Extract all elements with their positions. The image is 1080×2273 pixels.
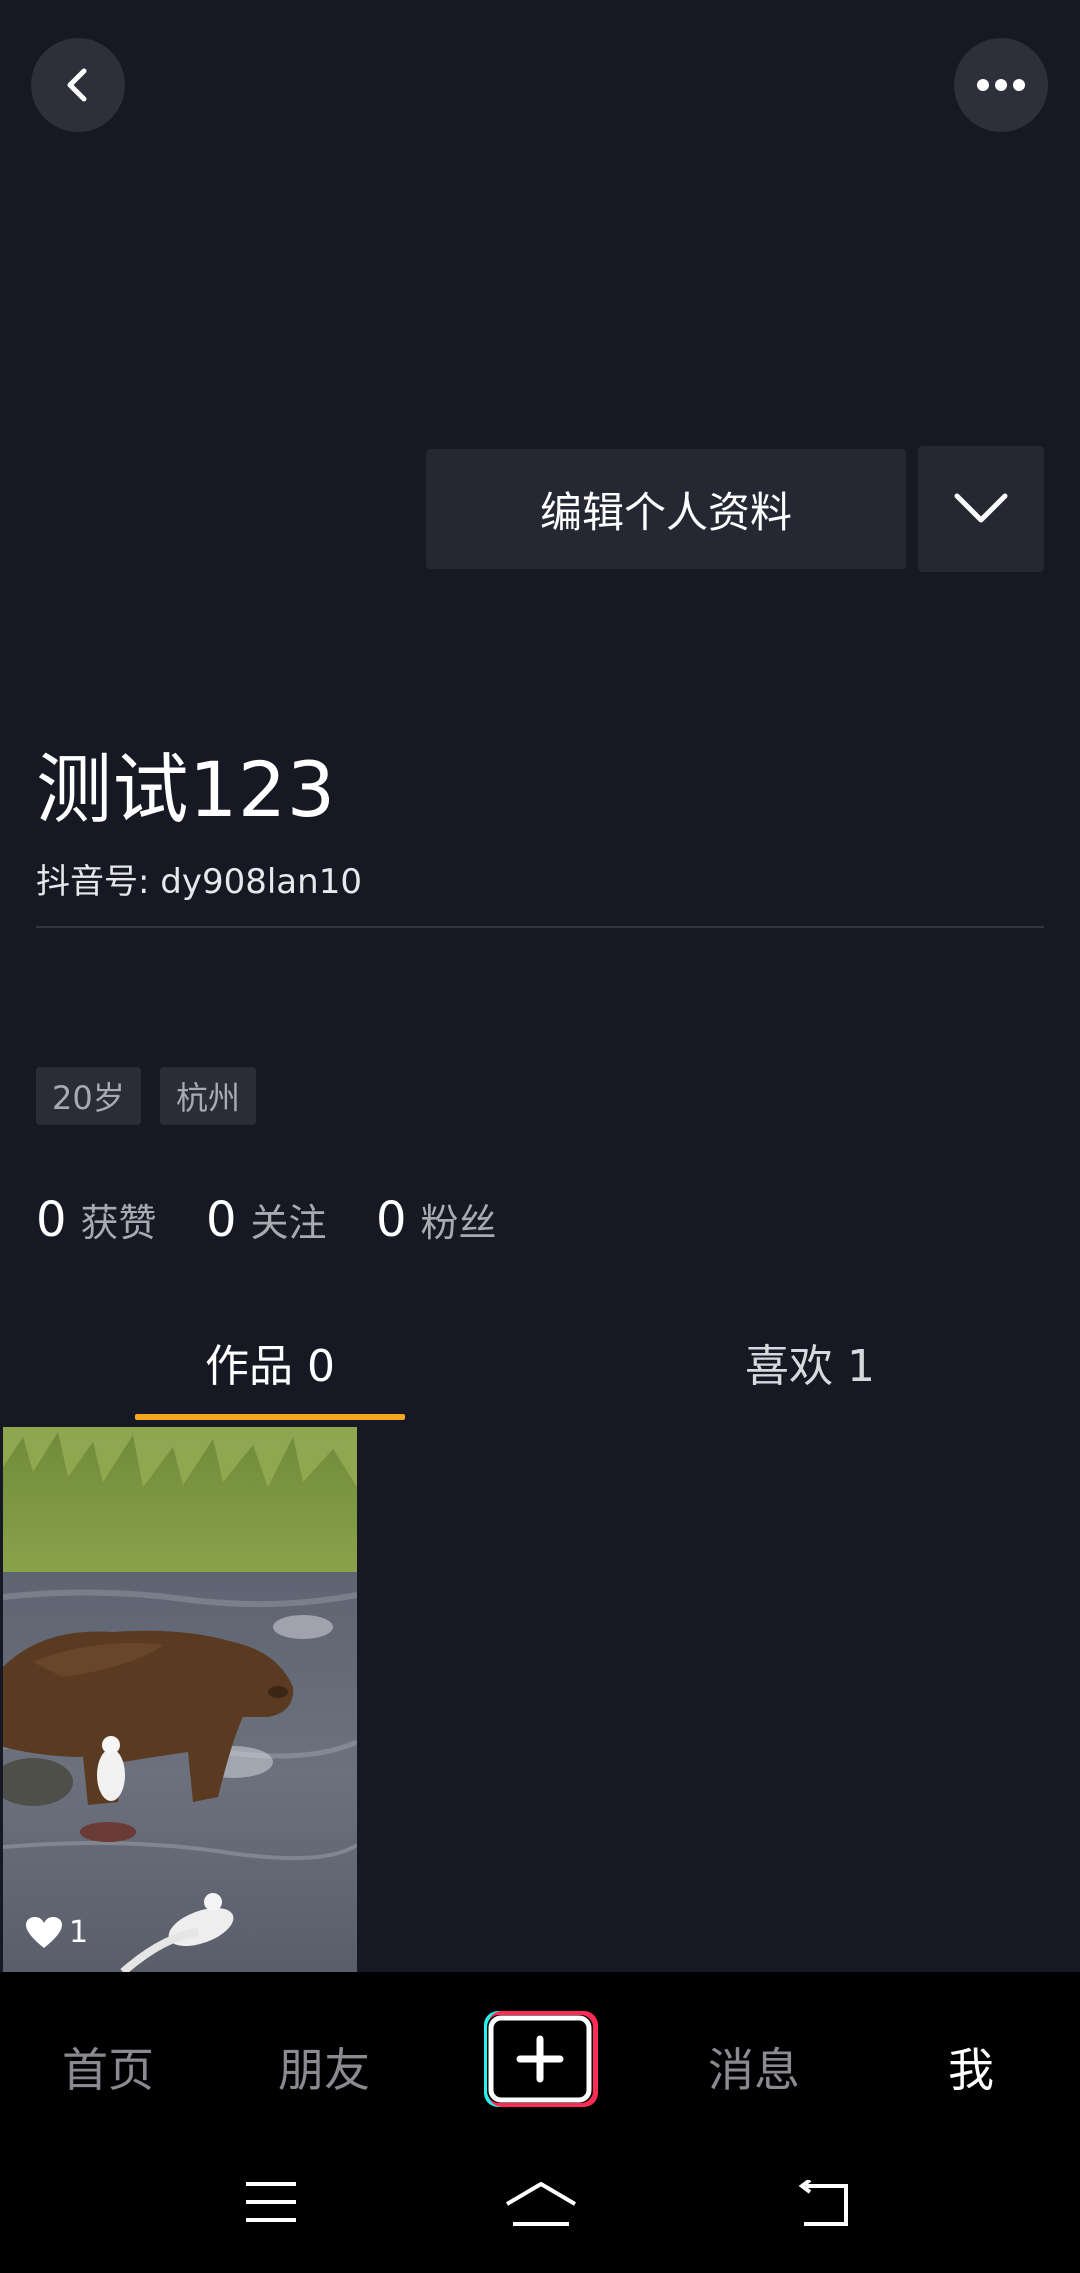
nav-home[interactable]: 首页 <box>62 2034 154 2100</box>
tag-location: 杭州 <box>160 1067 257 1125</box>
video-like-number: 1 <box>69 1915 89 1950</box>
bear-video-image <box>3 1427 357 1972</box>
stat-followers[interactable]: 0 粉丝 <box>376 1192 497 1248</box>
stat-following[interactable]: 0 关注 <box>206 1192 327 1248</box>
stat-followers-label: 粉丝 <box>420 1201 497 1245</box>
tab-likes[interactable]: 喜欢 1 <box>675 1330 945 1394</box>
system-menu-button[interactable] <box>244 2180 298 2228</box>
chevron-down-icon <box>954 493 1008 523</box>
back-button[interactable] <box>31 38 125 132</box>
stat-likes[interactable]: 0 获赞 <box>36 1192 157 1248</box>
profile-handle: 抖音号: dy908lan10 <box>36 862 362 902</box>
system-back-button[interactable] <box>796 2178 850 2232</box>
stat-following-count: 0 <box>206 1192 237 1248</box>
back-icon <box>798 2178 848 2226</box>
stat-followers-count: 0 <box>376 1192 407 1248</box>
tab-works[interactable]: 作品 0 <box>135 1330 405 1394</box>
video-thumbnail[interactable]: 1 <box>3 1427 357 1972</box>
video-like-count: 1 <box>25 1915 88 1950</box>
menu-icon <box>246 2182 296 2222</box>
more-dots-icon <box>977 79 1025 91</box>
home-icon <box>505 2182 577 2226</box>
tag-age: 20岁 <box>36 1067 141 1125</box>
tab-active-indicator <box>135 1414 405 1420</box>
nav-friends[interactable]: 朋友 <box>278 2034 370 2100</box>
edit-profile-button[interactable]: 编辑个人资料 <box>426 449 906 569</box>
stat-likes-count: 0 <box>36 1192 67 1248</box>
system-home-button[interactable] <box>503 2180 579 2232</box>
stat-following-label: 关注 <box>250 1201 327 1245</box>
plus-icon <box>484 2011 598 2107</box>
profile-name: 测试123 <box>36 745 336 834</box>
divider <box>36 926 1044 928</box>
nav-messages[interactable]: 消息 <box>708 2034 800 2100</box>
heart-icon <box>26 1916 62 1948</box>
stat-likes-label: 获赞 <box>80 1201 157 1245</box>
add-video-button[interactable] <box>480 2009 600 2109</box>
chevron-left-icon <box>67 68 87 102</box>
more-button[interactable] <box>954 38 1048 132</box>
nav-me[interactable]: 我 <box>948 2034 994 2100</box>
profile-dropdown-button[interactable] <box>918 446 1044 572</box>
